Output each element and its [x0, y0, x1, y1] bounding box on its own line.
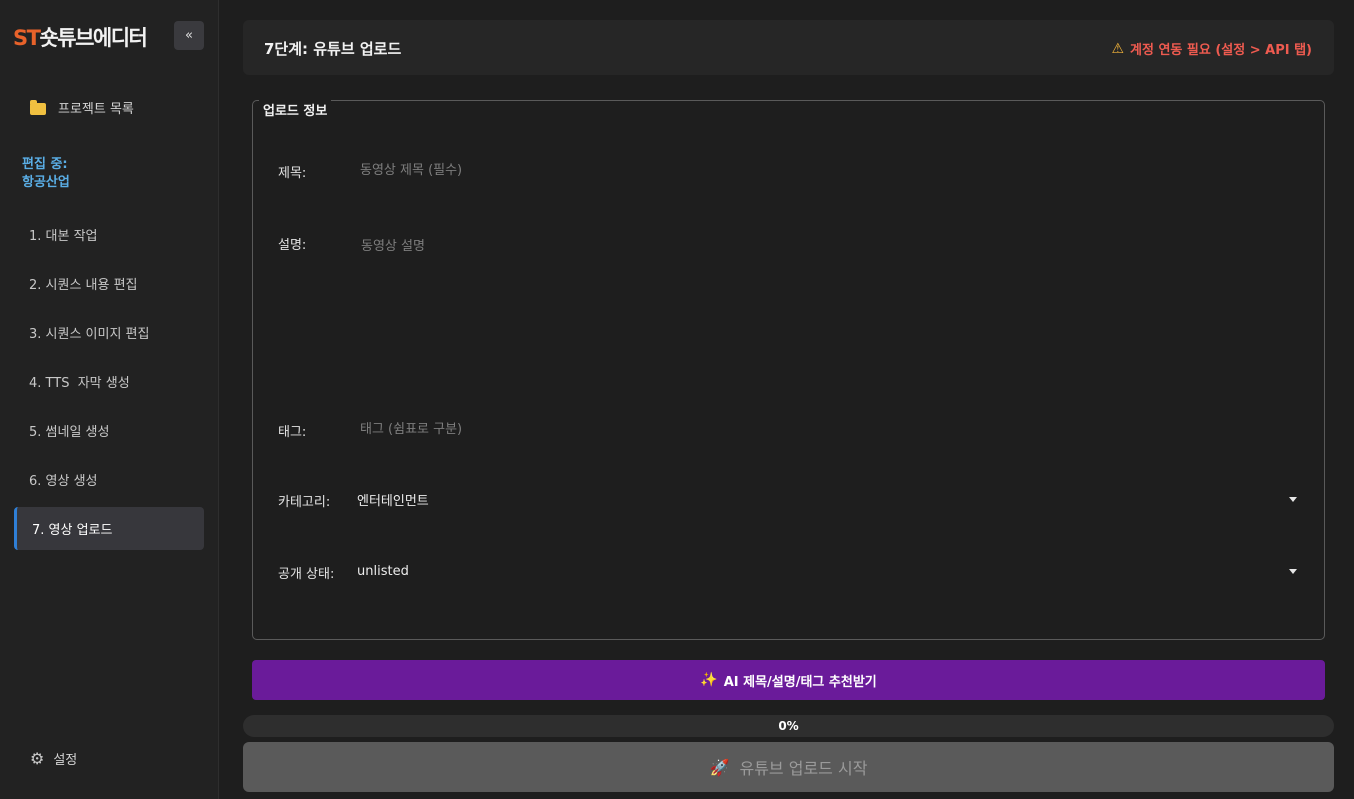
collapse-sidebar-button[interactable]: «: [174, 21, 204, 50]
group-title: 업로드 정보: [259, 100, 332, 119]
privacy-select[interactable]: unlisted: [357, 560, 1299, 582]
sidebar-item-label: 설정: [53, 753, 78, 768]
sidebar-step-6[interactable]: 6. 영상 생성: [14, 458, 204, 501]
sidebar-item-project-list[interactable]: 프로젝트 목록: [30, 98, 134, 117]
category-value: 엔터테인먼트: [357, 493, 429, 509]
description-label: 설명:: [278, 238, 307, 253]
editing-project-info: 편집 중: 항공산업: [22, 156, 70, 192]
folder-icon: [30, 99, 46, 115]
upload-button-label: 유튜브 업로드 시작: [739, 759, 868, 778]
sidebar-step-2[interactable]: 2. 시퀀스 내용 편집: [14, 262, 204, 305]
page-header: 7단계: 유튜브 업로드 ⚠ 계정 연동 필요 (설정 > API 탭): [243, 20, 1334, 75]
sparkles-icon: ✨: [700, 672, 718, 688]
page-title: 7단계: 유튜브 업로드: [264, 40, 402, 58]
caret-down-icon: [1289, 568, 1297, 574]
logo-text: 숏튜브에디터: [39, 26, 147, 50]
category-label: 카테고리:: [278, 495, 331, 510]
editing-project-name: 항공산업: [22, 175, 70, 190]
sidebar-step-3[interactable]: 3. 시퀀스 이미지 편집: [14, 311, 204, 354]
sidebar-step-1[interactable]: 1. 대본 작업: [14, 213, 204, 256]
category-select[interactable]: 엔터테인먼트: [357, 488, 1299, 510]
warning-text: 계정 연동 필요 (설정 > API 탭): [1130, 43, 1312, 58]
account-warning: ⚠ 계정 연동 필요 (설정 > API 탭): [1111, 39, 1312, 59]
sidebar-item-settings[interactable]: ⚙ 설정: [30, 749, 77, 768]
logo-st: ST: [13, 26, 41, 50]
youtube-upload-button[interactable]: 🚀 유튜브 업로드 시작: [243, 742, 1334, 792]
upload-progress-bar: 0%: [243, 715, 1334, 737]
editing-label: 편집 중:: [22, 157, 68, 172]
title-label: 제목:: [278, 166, 307, 181]
sidebar: ST숏튜브에디터 « 프로젝트 목록 편집 중: 항공산업 1. 대본 작업 2…: [0, 0, 219, 799]
privacy-label: 공개 상태:: [278, 567, 335, 582]
app-logo: ST숏튜브에디터: [13, 22, 148, 52]
upload-info-group: 업로드 정보 제목: 설명: 태그: 카테고리: 엔터테인먼트 공개 상태: u…: [252, 100, 1325, 640]
caret-down-icon: [1289, 496, 1297, 502]
ai-recommend-button[interactable]: ✨ AI 제목/설명/태그 추천받기: [252, 660, 1325, 700]
progress-text: 0%: [778, 719, 799, 733]
sidebar-item-label: 프로젝트 목록: [58, 102, 134, 117]
gear-icon: ⚙: [30, 749, 45, 768]
title-input[interactable]: [360, 161, 1300, 179]
sidebar-step-4[interactable]: 4. TTS 자막 생성: [14, 360, 204, 403]
tags-input[interactable]: [360, 420, 1300, 438]
privacy-value: unlisted: [357, 563, 409, 579]
ai-button-label: AI 제목/설명/태그 추천받기: [723, 674, 877, 690]
sidebar-step-5[interactable]: 5. 썸네일 생성: [14, 409, 204, 452]
warning-icon: ⚠: [1111, 40, 1124, 57]
rocket-icon: 🚀: [709, 757, 730, 777]
description-input[interactable]: [361, 235, 1301, 385]
tags-label: 태그:: [278, 425, 307, 440]
sidebar-step-7[interactable]: 7. 영상 업로드: [14, 507, 204, 550]
